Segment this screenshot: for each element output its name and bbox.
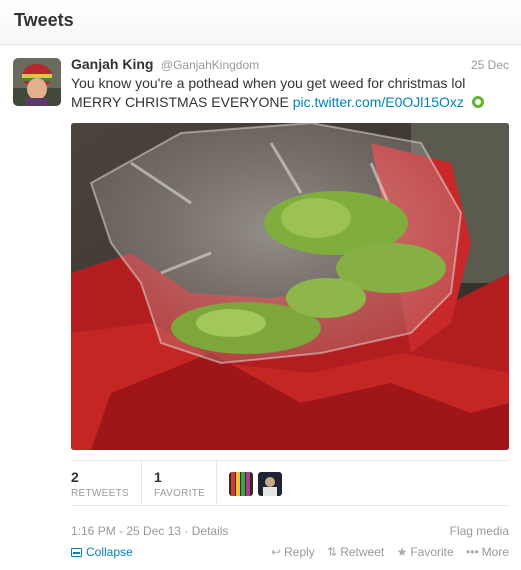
user-thumbnail[interactable] [258, 472, 282, 496]
tweet-text-line-2: MERRY CHRISTMAS EVERYONE pic.twitter.com… [71, 93, 511, 112]
favorites-label[interactable]: FAVORITE [154, 488, 205, 499]
reply-button[interactable]: ↩ Reply [271, 545, 315, 559]
user-thumbnails [229, 472, 287, 496]
flag-media-link[interactable]: Flag media [450, 524, 509, 538]
timeline-title: Tweets [14, 10, 74, 30]
media-icon[interactable] [471, 96, 484, 108]
collapse-label[interactable]: Collapse [86, 545, 133, 559]
reply-icon: ↩ [271, 545, 282, 559]
tweet-text: You know you're a pothead when you get w… [71, 74, 511, 112]
tweet-timestamp[interactable]: 1:16 PM - 25 Dec 13 [71, 524, 181, 538]
collapse-icon [71, 547, 82, 557]
timeline-header: Tweets [0, 0, 521, 45]
favorite-label[interactable]: Favorite [410, 545, 453, 559]
favorites-stat[interactable]: 1 FAVORITE [154, 469, 205, 499]
avatar[interactable] [13, 58, 61, 106]
author-fullname[interactable]: Ganjah King [71, 56, 153, 72]
reply-label[interactable]: Reply [284, 545, 315, 559]
more-button[interactable]: ••• More [466, 545, 509, 559]
author-username[interactable]: @GanjahKingdom [161, 58, 259, 72]
tweet-author[interactable]: Ganjah King @GanjahKingdom [71, 56, 259, 74]
retweet-button[interactable]: ⇅ Retweet [327, 545, 384, 559]
favorites-count[interactable]: 1 [154, 469, 205, 485]
collapse-button[interactable]: Collapse [71, 545, 133, 559]
retweets-label[interactable]: RETWEETS [71, 488, 129, 499]
star-icon: ★ [396, 545, 408, 559]
retweet-icon: ⇅ [327, 545, 338, 559]
more-icon: ••• [466, 545, 479, 559]
retweet-label[interactable]: Retweet [340, 545, 384, 559]
tweet-meta: 1:16 PM - 25 Dec 13 · Details [71, 524, 228, 538]
media-link[interactable]: pic.twitter.com/E0OJl15Oxz [293, 94, 464, 110]
tweet-text-line: MERRY CHRISTMAS EVERYONE [71, 94, 289, 110]
retweets-stat[interactable]: 2 RETWEETS [71, 469, 129, 499]
favorite-button[interactable]: ★ Favorite [397, 545, 454, 559]
meta-separator: · [184, 524, 192, 538]
retweets-count[interactable]: 2 [71, 469, 129, 485]
stats-divider [141, 461, 142, 505]
tweet-date[interactable]: 25 Dec [471, 58, 509, 72]
user-thumbnail[interactable] [229, 472, 253, 496]
details-link[interactable]: Details [192, 524, 229, 538]
tweet-actions: ↩ Reply ⇅ Retweet ★ Favorite ••• More [262, 545, 509, 559]
tweet[interactable]: Ganjah King @GanjahKingdom 25 Dec You kn… [0, 45, 521, 570]
stats-divider [216, 461, 217, 505]
more-label[interactable]: More [482, 545, 509, 559]
tweet-text-line: You know you're a pothead when you get w… [71, 75, 466, 91]
tweet-stats: 2 RETWEETS 1 FAVORITE [71, 460, 509, 506]
tweet-photo[interactable] [71, 123, 509, 450]
